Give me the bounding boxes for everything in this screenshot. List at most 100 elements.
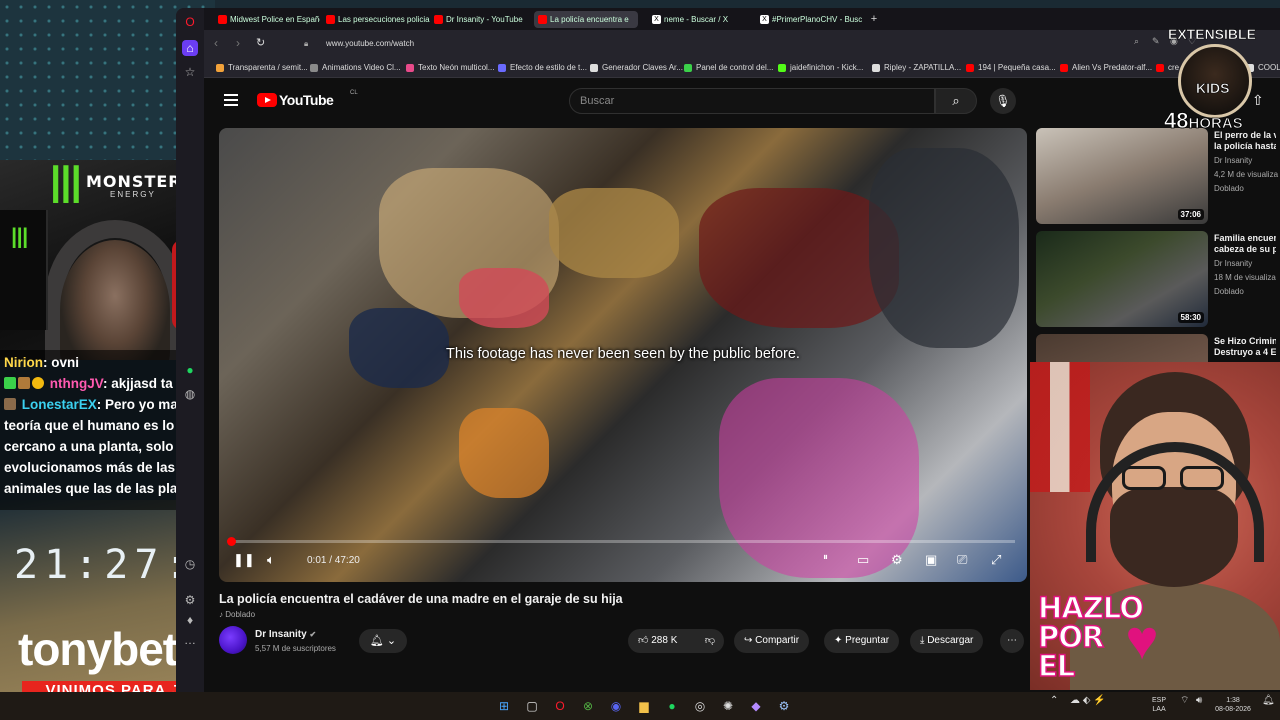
search-icon: ⌕ — [952, 93, 960, 108]
bookmark-item[interactable]: jaidefinichon - Kick... — [778, 61, 863, 75]
bookmark-item[interactable]: Texto Neón multicol... — [406, 61, 494, 75]
browser-tab[interactable]: X #PrimerPlanoCHV - Buscar — [756, 11, 862, 28]
search-input[interactable]: Buscar — [569, 88, 935, 114]
pause-button[interactable]: ❚❚ — [233, 552, 255, 568]
channel-name[interactable]: Dr Insanity ✔ — [255, 629, 316, 640]
bookmark-item[interactable]: Ripley - ZAPATILLA... — [872, 61, 961, 75]
opera-taskbar-icon[interactable]: O — [551, 697, 569, 715]
bookmark-item[interactable]: Generador Claves Ar... — [590, 61, 683, 75]
file-explorer-icon[interactable]: ▆ — [635, 697, 653, 715]
progress-bar[interactable] — [227, 537, 1015, 546]
volume-icon[interactable]: 🔊︎ — [1196, 696, 1202, 706]
bookmark-item[interactable]: 194 | Pequeña casa... — [966, 61, 1056, 75]
download-button[interactable]: ⤓ Descargar — [910, 629, 984, 653]
url-field[interactable]: 🔒︎ www.youtube.com/watch — [294, 35, 1114, 53]
bookmark-item[interactable]: Transparenta / semit... — [216, 61, 308, 75]
app-icon[interactable]: ◆ — [747, 697, 765, 715]
dubbed-badge: ♪ Doblado — [219, 610, 256, 619]
video-player[interactable]: This footage has never been seen by the … — [219, 128, 1027, 582]
settings-gear-icon[interactable]: ⚙ — [891, 552, 903, 568]
monster-claw-icon: Ⅲ — [48, 156, 84, 216]
discord-icon[interactable]: ◉ — [607, 697, 625, 715]
video-title-line[interactable]: Se Hizo Crimin — [1214, 336, 1276, 347]
recommended-video[interactable]: 58:30 Familia encuen cabeza de su p Dr I… — [1036, 231, 1276, 327]
volume-icon[interactable]: 🔈︎ — [267, 552, 275, 568]
search-button[interactable]: ⌕ — [935, 88, 977, 114]
notification-bell-icon[interactable]: 🔔︎ — [1262, 696, 1275, 706]
extensible-title: EXTENSIBLE — [1168, 26, 1256, 43]
history-icon[interactable]: ◷ — [182, 556, 198, 572]
recommended-video[interactable]: Se Hizo Crimin Destruyo a 4 E — [1036, 334, 1276, 364]
clock-date[interactable]: 1:38 08-08-2026 — [1212, 696, 1254, 714]
bookmark-star-icon[interactable]: ☆ — [182, 64, 198, 80]
channel-avatar[interactable] — [219, 626, 247, 654]
forward-icon[interactable]: › — [236, 36, 240, 50]
bookmark-item[interactable]: Animations Video Cl... — [310, 61, 401, 75]
bookmark-favicon-icon — [406, 64, 414, 72]
video-frame-area — [719, 378, 919, 578]
home-icon[interactable]: ⌂ — [182, 40, 198, 56]
video-title-line[interactable]: Destruyo a 4 E — [1214, 347, 1276, 358]
search-page-icon[interactable]: ⌕ — [1134, 36, 1139, 47]
recommended-video[interactable]: 37:06 El perro de la v la policía hasta … — [1036, 128, 1278, 224]
ask-button[interactable]: ✦ Preguntar — [824, 629, 900, 653]
video-subtitle: This footage has never been seen by the … — [446, 346, 800, 362]
x-favicon-icon: X — [652, 15, 661, 24]
reload-icon[interactable]: ↻ — [256, 36, 265, 49]
spotify-taskbar-icon[interactable]: ● — [663, 697, 681, 715]
more-dots-icon[interactable]: … — [182, 632, 198, 648]
miniplayer-icon[interactable]: ▣ — [925, 552, 937, 568]
lightbulb-icon[interactable]: ♦ — [182, 612, 198, 628]
monster-brand: MONSTER — [86, 172, 182, 191]
captions-icon[interactable]: ▭ — [857, 552, 869, 568]
messenger-icon[interactable]: ◍ — [182, 386, 198, 402]
steam-icon[interactable]: ⚙ — [775, 697, 793, 715]
app-icon[interactable]: ✺ — [719, 697, 737, 715]
share-button[interactable]: ↪ Compartir — [734, 629, 810, 653]
dubbed-badge: Doblado — [1214, 184, 1244, 193]
spotify-icon[interactable]: ● — [182, 362, 198, 378]
chevron-up-icon[interactable]: ⌃ — [1050, 696, 1058, 706]
obs-icon[interactable]: ◎ — [691, 697, 709, 715]
peru-flag — [1030, 362, 1090, 492]
bookmark-item[interactable]: Panel de control del... — [684, 61, 773, 75]
fullscreen-icon[interactable]: ⤢ — [991, 552, 1001, 568]
autoplay-toggle-icon[interactable]: ⏸︎ — [823, 552, 828, 563]
extensible-badge: EXTENSIBLE KIDS 48HORAS — [1160, 22, 1270, 134]
video-channel[interactable]: Dr Insanity — [1214, 259, 1252, 268]
settings-gear-icon[interactable]: ⚙ — [182, 592, 198, 608]
browser-tab[interactable]: Las persecuciones policial — [322, 11, 430, 28]
dislike-button[interactable]: 👎︎ — [696, 629, 724, 653]
cast-icon[interactable]: ⎚ — [957, 552, 967, 568]
video-channel[interactable]: Dr Insanity — [1214, 156, 1252, 165]
video-frame-area — [869, 148, 1019, 348]
video-title-line[interactable]: la policía hasta — [1214, 141, 1276, 152]
windows-start-icon[interactable]: ⊞ — [495, 697, 513, 715]
video-thumbnail[interactable] — [1036, 334, 1208, 364]
tray-icons[interactable]: ☁ ⬖ ⚡ — [1070, 696, 1106, 706]
browser-sidebar: O ⌂ ☆ ● ◍ ◷ ⚙ ♦ … — [176, 8, 204, 692]
browser-tab[interactable]: Xneme - Buscar / X — [648, 11, 752, 28]
notifications-button[interactable]: 🔔︎ ⌄ — [359, 629, 407, 653]
chat-badge-icon — [4, 398, 16, 410]
hours-label: 48HORAS — [1164, 108, 1243, 134]
network-icon[interactable]: ⌔ — [1180, 696, 1189, 706]
browser-tab-active[interactable]: La policía encuentra e — [534, 11, 638, 28]
voice-search-button[interactable]: 🎙︎ — [990, 88, 1016, 114]
menu-hamburger-icon[interactable] — [224, 94, 238, 106]
browser-tab[interactable]: Dr Insanity - YouTube — [430, 11, 534, 28]
bookmark-item[interactable]: Efecto de estilo de t... — [498, 61, 587, 75]
more-actions-button[interactable]: ⋯ — [1000, 629, 1024, 653]
bookmark-item[interactable]: Alien Vs Predator-alf... — [1060, 61, 1152, 75]
new-tab-button[interactable]: + — [866, 11, 882, 28]
edit-icon[interactable]: ✎ — [1152, 36, 1160, 47]
xbox-icon[interactable]: ⊗ — [579, 697, 597, 715]
task-view-icon[interactable]: ▢ — [523, 697, 541, 715]
back-icon[interactable]: ‹ — [214, 36, 218, 50]
browser-tab[interactable]: Midwest Police en Españo — [214, 11, 320, 28]
language-indicator[interactable]: ESP LAA — [1152, 696, 1166, 714]
opera-logo-icon[interactable]: O — [182, 14, 198, 30]
video-title-line[interactable]: Familia encuen — [1214, 233, 1276, 244]
video-title-line[interactable]: cabeza de su p — [1214, 244, 1276, 255]
progress-knob[interactable] — [227, 537, 237, 546]
